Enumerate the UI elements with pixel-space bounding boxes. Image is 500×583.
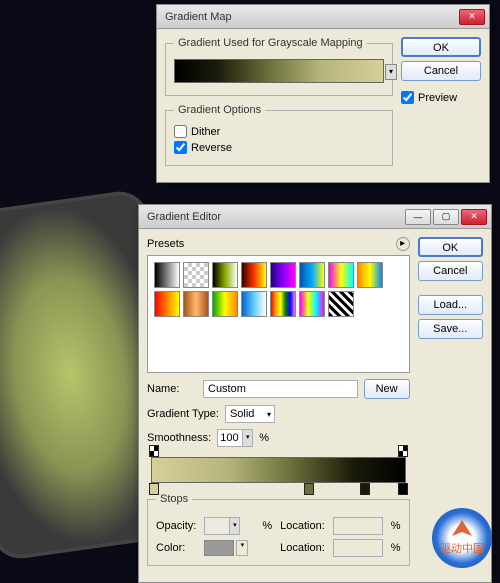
opacity-label: Opacity: <box>156 520 196 532</box>
color-well <box>204 540 234 556</box>
presets-label: Presets <box>147 238 184 250</box>
location-label: Location: <box>280 520 325 532</box>
smoothness-input[interactable] <box>217 429 243 447</box>
location-label: Location: <box>280 542 325 554</box>
preset-swatch-10[interactable] <box>212 291 238 317</box>
gradient-picker-arrow[interactable]: ▾ <box>385 64 397 80</box>
preset-swatch-4[interactable] <box>270 262 296 288</box>
close-icon[interactable]: ✕ <box>459 9 485 25</box>
percent-label: % <box>262 520 272 532</box>
dither-checkbox-row[interactable]: Dither <box>174 125 384 138</box>
gradient-edit-bar[interactable] <box>151 457 406 483</box>
smoothness-stepper[interactable]: ▾ <box>217 429 253 447</box>
percent-label: % <box>259 432 269 444</box>
reverse-label: Reverse <box>191 142 232 154</box>
new-button[interactable]: New <box>364 379 410 399</box>
load-button[interactable]: Load... <box>418 295 483 315</box>
preset-swatch-13[interactable] <box>299 291 325 317</box>
preset-swatch-0[interactable] <box>154 262 180 288</box>
preset-swatch-14[interactable] <box>328 291 354 317</box>
preset-swatch-5[interactable] <box>299 262 325 288</box>
gradient-options-group: Gradient Options Dither Reverse <box>165 104 393 166</box>
percent-label: % <box>391 520 401 532</box>
preview-checkbox-row[interactable]: Preview <box>401 91 481 104</box>
presets-menu-icon[interactable]: ▸ <box>396 237 410 251</box>
gradient-preview-bar[interactable]: ▾ <box>174 59 384 83</box>
gradient-options-legend: Gradient Options <box>174 104 265 116</box>
preset-swatch-1[interactable] <box>183 262 209 288</box>
preview-label: Preview <box>418 92 457 104</box>
gradient-type-label: Gradient Type: <box>147 408 219 420</box>
ok-button[interactable]: OK <box>418 237 483 257</box>
name-label: Name: <box>147 383 197 395</box>
percent-label: % <box>391 542 401 554</box>
reverse-checkbox[interactable] <box>174 141 187 154</box>
chevron-down-icon: ▾ <box>230 517 240 535</box>
preset-swatch-8[interactable] <box>154 291 180 317</box>
dither-checkbox[interactable] <box>174 125 187 138</box>
color-stop-2[interactable] <box>304 483 314 495</box>
opacity-stepper: ▾ <box>204 517 240 535</box>
cancel-button[interactable]: Cancel <box>401 61 481 81</box>
presets-box[interactable] <box>147 255 410 373</box>
watermark-text: 驱动中国 <box>440 540 484 556</box>
color-stop-1[interactable] <box>149 483 159 495</box>
gradient-map-title: Gradient Map <box>161 11 457 23</box>
color-stop-4[interactable] <box>398 483 408 495</box>
preset-swatch-9[interactable] <box>183 291 209 317</box>
opacity-stop-left[interactable] <box>149 445 159 457</box>
gradient-editor-title: Gradient Editor <box>143 211 403 223</box>
name-input[interactable] <box>203 380 358 398</box>
save-button[interactable]: Save... <box>418 319 483 339</box>
chevron-down-icon: ▾ <box>236 540 248 556</box>
color-label: Color: <box>156 542 196 554</box>
close-icon[interactable]: ✕ <box>461 209 487 225</box>
grayscale-mapping-group: Gradient Used for Grayscale Mapping ▾ <box>165 37 393 96</box>
opacity-stop-right[interactable] <box>398 445 408 457</box>
preset-swatch-11[interactable] <box>241 291 267 317</box>
stops-legend: Stops <box>156 493 192 505</box>
gradient-map-dialog: Gradient Map ✕ Gradient Used for Graysca… <box>156 4 490 183</box>
cancel-button[interactable]: Cancel <box>418 261 483 281</box>
gradient-type-select[interactable]: Solid <box>225 405 275 423</box>
smoothness-label: Smoothness: <box>147 432 211 444</box>
preset-swatch-2[interactable] <box>212 262 238 288</box>
color-location-input <box>333 539 383 557</box>
opacity-location-input <box>333 517 383 535</box>
chevron-down-icon[interactable]: ▾ <box>243 429 253 447</box>
gradient-map-titlebar[interactable]: Gradient Map ✕ <box>157 5 489 29</box>
preset-swatch-7[interactable] <box>357 262 383 288</box>
ok-button[interactable]: OK <box>401 37 481 57</box>
reverse-checkbox-row[interactable]: Reverse <box>174 141 384 154</box>
dither-label: Dither <box>191 126 220 138</box>
gradient-editor-titlebar[interactable]: Gradient Editor ― ▢ ✕ <box>139 205 491 229</box>
maximize-icon[interactable]: ▢ <box>433 209 459 225</box>
minimize-icon[interactable]: ― <box>405 209 431 225</box>
preset-swatch-12[interactable] <box>270 291 296 317</box>
grayscale-mapping-legend: Gradient Used for Grayscale Mapping <box>174 37 367 49</box>
gradient-edit-strip[interactable] <box>151 457 406 483</box>
preset-swatch-3[interactable] <box>241 262 267 288</box>
preset-swatch-6[interactable] <box>328 262 354 288</box>
preview-checkbox[interactable] <box>401 91 414 104</box>
stops-group: Stops Opacity: ▾ % Location: % Color: ▾ … <box>147 493 410 566</box>
color-stop-3[interactable] <box>360 483 370 495</box>
watermark-logo: 驱动中国 <box>432 508 492 568</box>
